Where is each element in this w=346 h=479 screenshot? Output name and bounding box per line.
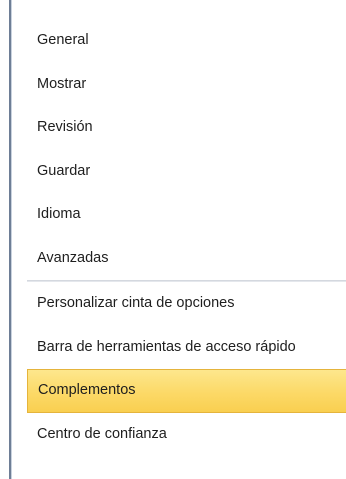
options-dialog-navigation-panel: General Mostrar Revisión Guardar Idioma … (0, 0, 346, 479)
options-nav-list: General Mostrar Revisión Guardar Idioma … (27, 19, 346, 456)
nav-item-avanzadas[interactable]: Avanzadas (27, 237, 346, 281)
nav-item-complementos[interactable]: Complementos (27, 369, 346, 413)
nav-item-idioma[interactable]: Idioma (27, 193, 346, 237)
nav-item-personalizar-cinta[interactable]: Personalizar cinta de opciones (27, 282, 346, 326)
window-left-border-highlight (11, 0, 12, 479)
nav-item-mostrar[interactable]: Mostrar (27, 63, 346, 107)
nav-item-guardar[interactable]: Guardar (27, 150, 346, 194)
nav-item-barra-acceso-rapido[interactable]: Barra de herramientas de acceso rápido (27, 326, 346, 370)
nav-item-centro-confianza[interactable]: Centro de confianza (27, 413, 346, 457)
nav-item-revision[interactable]: Revisión (27, 106, 346, 150)
nav-item-general[interactable]: General (27, 19, 346, 63)
